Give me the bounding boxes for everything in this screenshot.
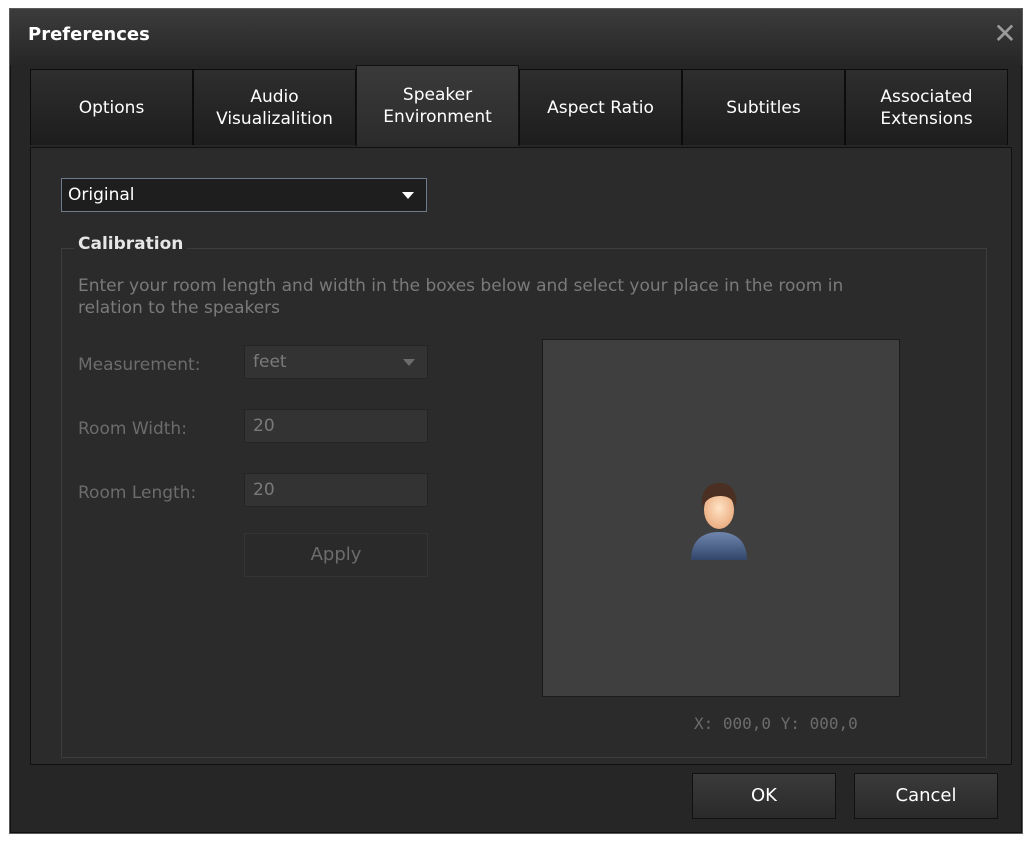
- room-width-input[interactable]: 20: [244, 409, 428, 443]
- title-bar[interactable]: Preferences ✕: [10, 9, 1022, 65]
- chevron-down-icon: [402, 192, 414, 199]
- speaker-environment-panel: Original Calibration Enter your room len…: [30, 147, 1012, 765]
- room-length-input[interactable]: 20: [244, 473, 428, 507]
- room-length-label: Room Length:: [78, 483, 197, 503]
- calibration-group: Calibration Enter your room length and w…: [61, 234, 987, 758]
- apply-button[interactable]: Apply: [244, 533, 428, 577]
- speaker-preset-dropdown[interactable]: Original: [61, 178, 427, 212]
- tab-speaker-environment[interactable]: Speaker Environment: [356, 65, 519, 147]
- close-icon[interactable]: ✕: [990, 19, 1020, 49]
- measurement-value: feet: [253, 352, 287, 372]
- tab-subtitles[interactable]: Subtitles: [682, 69, 845, 145]
- room-position-pad[interactable]: [542, 339, 900, 697]
- cancel-button[interactable]: Cancel: [854, 773, 998, 819]
- dialog-title: Preferences: [28, 24, 150, 45]
- calibration-title: Calibration: [74, 234, 188, 254]
- tab-options[interactable]: Options: [30, 69, 193, 145]
- chevron-down-icon: [403, 359, 415, 366]
- speaker-preset-value: Original: [68, 185, 135, 205]
- measurement-dropdown[interactable]: feet: [244, 345, 428, 379]
- measurement-label: Measurement:: [78, 355, 201, 375]
- ok-button[interactable]: OK: [692, 773, 836, 819]
- tab-audio-visualization[interactable]: Audio Visualizalition: [193, 69, 356, 145]
- tab-aspect-ratio[interactable]: Aspect Ratio: [519, 69, 682, 145]
- calibration-description: Enter your room length and width in the …: [78, 276, 844, 318]
- position-coordinates: X: 000,0 Y: 000,0: [694, 714, 858, 733]
- tab-strip: Options Audio Visualizalition Speaker En…: [30, 65, 1010, 147]
- preferences-dialog: Preferences ✕ Options Audio Visualizalit…: [9, 8, 1023, 834]
- tab-associated-extensions[interactable]: Associated Extensions: [845, 69, 1008, 145]
- room-width-label: Room Width:: [78, 419, 187, 439]
- user-avatar-icon[interactable]: [687, 476, 751, 562]
